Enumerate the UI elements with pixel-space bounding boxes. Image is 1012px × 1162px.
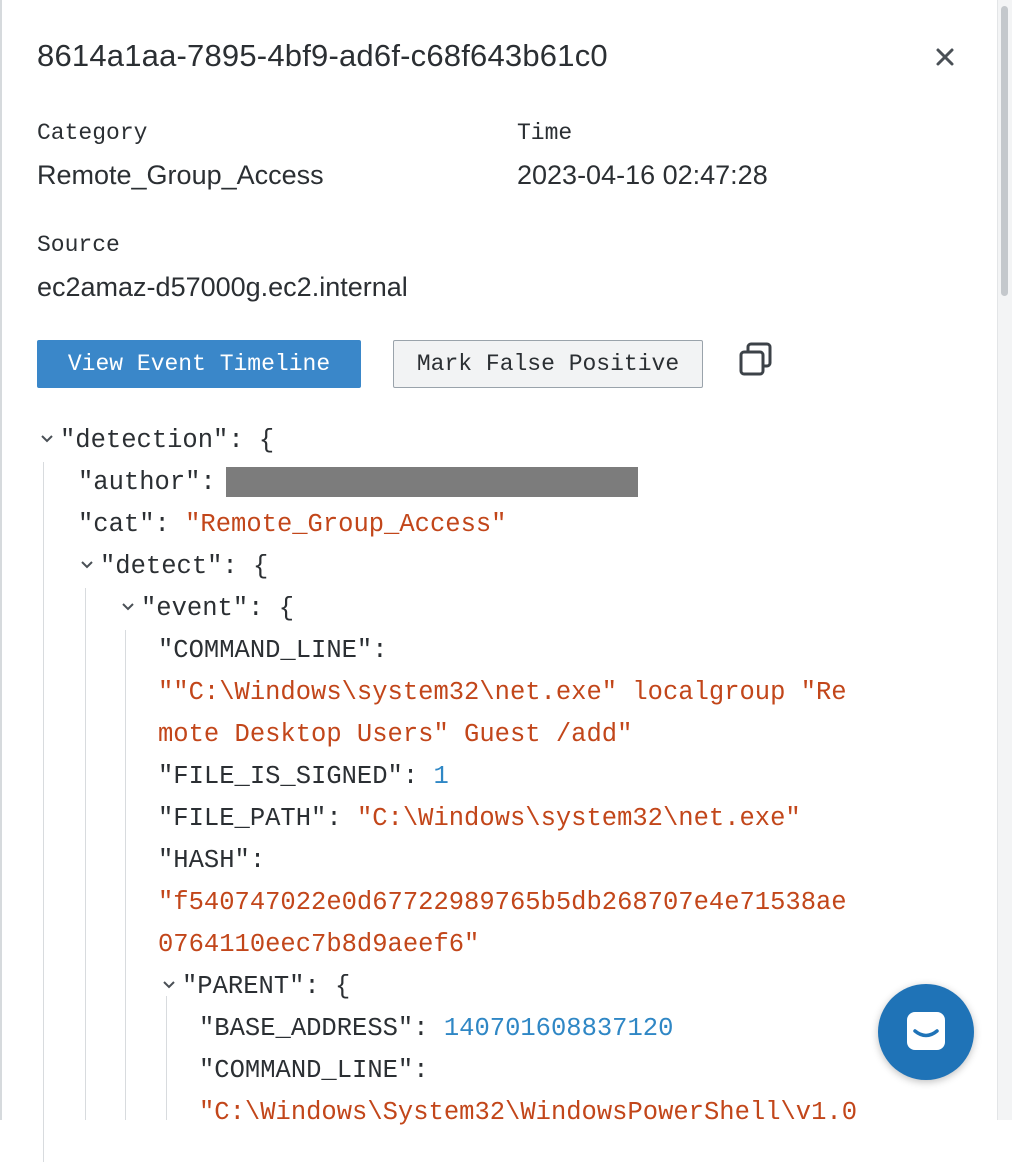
json-key: "COMMAND_LINE"	[199, 1056, 414, 1085]
time-value: 2023-04-16 02:47:28	[517, 160, 768, 190]
json-key: "BASE_ADDRESS"	[199, 1014, 414, 1043]
source-label: Source	[37, 232, 120, 258]
json-key: "FILE_IS_SIGNED"	[158, 762, 403, 791]
json-line: "FILE_PATH": "C:\Windows\system32\net.ex…	[158, 804, 801, 833]
indent-guide	[85, 588, 86, 1120]
json-key: "author"	[78, 468, 201, 497]
json-line: "author":	[78, 462, 638, 504]
mark-false-positive-button[interactable]: Mark False Positive	[393, 340, 703, 388]
json-number: 1	[433, 762, 449, 791]
json-string: mote Desktop Users" Guest /add"	[158, 720, 633, 749]
copy-icon[interactable]	[736, 340, 776, 380]
chevron-down-icon[interactable]	[162, 966, 178, 1008]
indent-guide	[125, 630, 126, 1120]
json-string: "f540747022e0d67722989765b5db268707e4e71…	[158, 888, 847, 917]
json-line: "detection": {	[60, 426, 275, 455]
json-line: "BASE_ADDRESS": 140701608837120	[199, 1014, 674, 1043]
json-line: "HASH":	[158, 846, 266, 875]
json-line: "detect": {	[100, 552, 269, 581]
chevron-down-icon[interactable]	[40, 420, 56, 462]
collapse-parent-toggle[interactable]	[162, 966, 178, 1008]
chat-icon[interactable]	[878, 984, 974, 1080]
indent-guide	[166, 996, 167, 1120]
redacted-value	[225, 467, 638, 498]
panel-left-border	[0, 0, 2, 1120]
collapse-detection-toggle[interactable]	[40, 420, 56, 462]
copy-button[interactable]	[736, 340, 776, 380]
page-title: 8614a1aa-7895-4bf9-ad6f-c68f643b61c0	[37, 38, 608, 73]
view-event-timeline-button[interactable]: View Event Timeline	[37, 340, 361, 388]
category-label: Category	[37, 120, 148, 146]
json-string: "C:\Windows\System32\WindowsPowerShell\v…	[199, 1098, 858, 1127]
json-line: "cat": "Remote_Group_Access"	[78, 510, 507, 539]
json-string: ""C:\Windows\system32\net.exe" localgrou…	[158, 678, 847, 707]
chat-launcher-button[interactable]	[878, 984, 974, 1080]
chevron-down-icon[interactable]	[80, 546, 96, 588]
time-label: Time	[517, 120, 573, 146]
json-string: "Remote_Group_Access"	[185, 510, 507, 539]
collapse-detect-toggle[interactable]	[80, 546, 96, 588]
json-key: "COMMAND_LINE"	[158, 636, 373, 665]
close-button[interactable]	[928, 40, 962, 74]
category-value: Remote_Group_Access	[37, 160, 324, 190]
json-key: "FILE_PATH"	[158, 804, 327, 833]
json-string: 0764110eec7b8d9aeef6"	[158, 930, 480, 959]
json-key: "detection"	[60, 426, 229, 455]
scrollbar-thumb[interactable]	[1001, 6, 1008, 296]
json-key: "HASH"	[158, 846, 250, 875]
scrollbar[interactable]	[997, 0, 1012, 1120]
indent-guide	[43, 462, 44, 1162]
json-string: "C:\Windows\system32\net.exe"	[356, 804, 801, 833]
json-key: "cat"	[78, 510, 155, 539]
json-line: "COMMAND_LINE":	[199, 1056, 429, 1085]
source-value: ec2amaz-d57000g.ec2.internal	[37, 272, 408, 302]
json-line: "PARENT": {	[182, 972, 351, 1001]
json-key: "event"	[141, 594, 249, 623]
chevron-down-icon[interactable]	[121, 588, 137, 630]
json-number: 140701608837120	[443, 1014, 674, 1043]
close-icon[interactable]	[928, 40, 962, 74]
json-key: "PARENT"	[182, 972, 305, 1001]
json-line: "event": {	[141, 594, 295, 623]
json-key: "detect"	[100, 552, 223, 581]
collapse-event-toggle[interactable]	[121, 588, 137, 630]
json-line: "COMMAND_LINE":	[158, 636, 388, 665]
json-line: "FILE_IS_SIGNED": 1	[158, 762, 449, 791]
